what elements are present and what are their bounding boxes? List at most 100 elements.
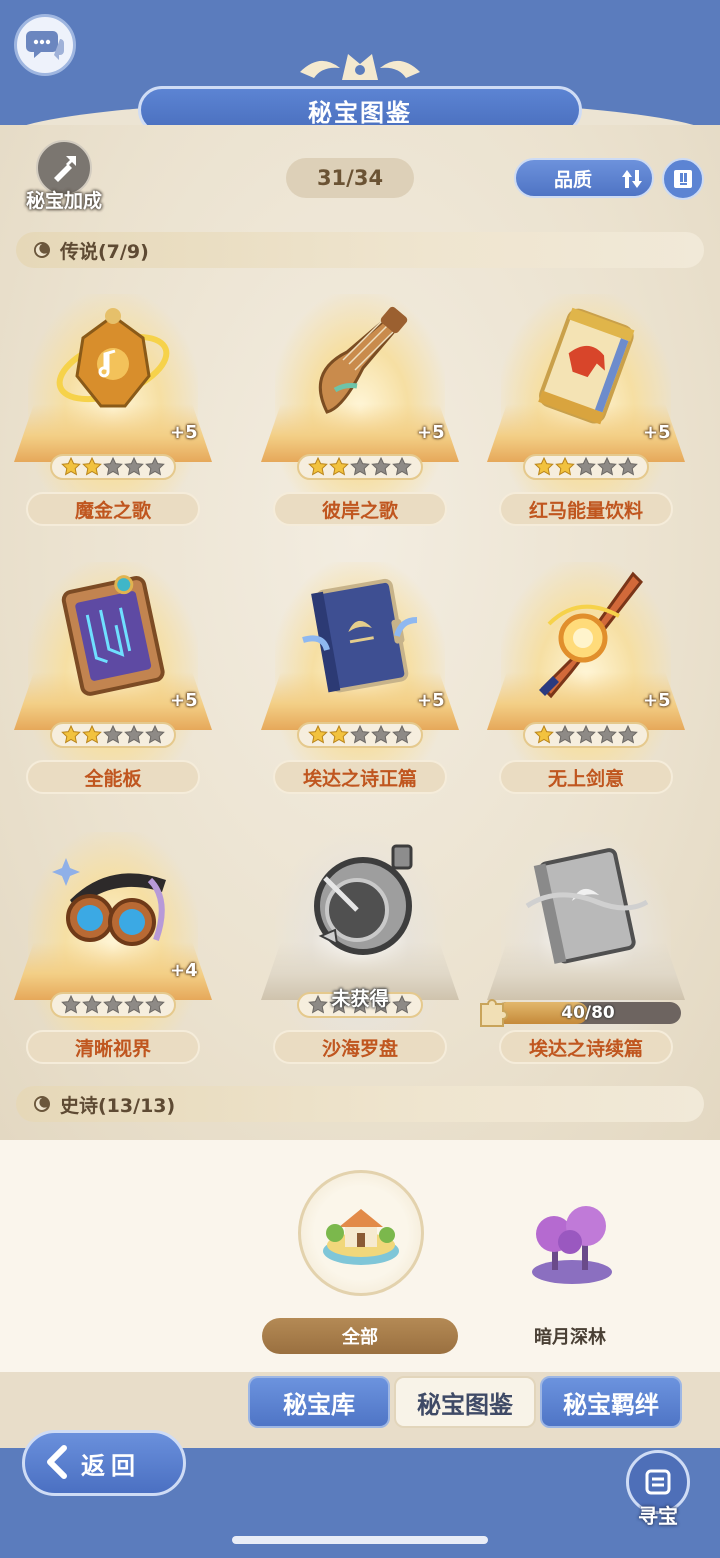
bonus-label: 秘宝加成 [25,190,102,212]
star-filled-icon [82,457,102,476]
star-empty-icon [597,457,617,476]
treasure-card[interactable]: +5 魔金之歌 [0,294,226,564]
treasure-art [297,302,423,432]
treasure-artwork [302,578,418,693]
star-filled-icon [534,725,554,744]
treasure-artwork [525,848,649,964]
treasure-art [523,570,649,700]
star-filled-icon [308,457,328,476]
enhance-level: +5 [170,422,198,443]
treasure-name: 红马能量饮料 [499,492,673,526]
treasure-card[interactable]: +5 埃达之诗正篇 [247,562,473,832]
star-filled-icon [308,725,328,744]
treasure-name: 彼岸之歌 [273,492,447,526]
treasure-card[interactable]: +5 无上剑意 [473,562,699,832]
star-empty-icon [555,725,575,744]
section-title: 传说(7/9) [60,240,149,263]
treasure-name: 清晰视界 [26,1030,200,1064]
chat-button[interactable] [14,14,76,76]
region-forest-label[interactable]: 暗月深林 [500,1318,640,1354]
star-empty-icon [145,725,165,744]
star-empty-icon [618,457,638,476]
region-forest-selector[interactable] [522,1200,622,1290]
treasure-art [523,302,649,432]
star-empty-icon [103,995,123,1014]
star-empty-icon [124,725,144,744]
star-filled-icon [534,457,554,476]
section-header-epic: 史诗(13/13) [16,1086,704,1122]
treasure-art [50,840,176,970]
star-rating [523,722,649,748]
tab-treasure-vault[interactable]: 秘宝库 [248,1376,390,1428]
treasure-card[interactable]: +4 清晰视界 [0,832,226,1102]
star-filled-icon [329,725,349,744]
treasure-card[interactable]: +5 彼岸之歌 [247,294,473,564]
star-filled-icon [61,457,81,476]
enhance-level: +5 [417,422,445,443]
region-all-selector[interactable] [298,1170,424,1296]
info-button[interactable] [662,158,704,200]
treasure-artwork [314,844,413,955]
star-filled-icon [555,457,575,476]
treasure-artwork [538,307,635,425]
treasure-name: 沙海罗盘 [273,1030,447,1064]
star-empty-icon [145,457,165,476]
star-empty-icon [145,995,165,1014]
section-title: 史诗(13/13) [60,1094,176,1117]
treasure-map-icon [645,1469,671,1495]
star-rating [50,722,176,748]
star-empty-icon [618,725,638,744]
collection-count: 31/34 [286,158,414,198]
treasure-card[interactable]: +5 红马能量饮料 [473,294,699,564]
village-house-icon [323,1209,399,1265]
star-empty-icon [82,995,102,1014]
star-empty-icon [576,725,596,744]
home-indicator [232,1536,488,1544]
treasure-artwork [318,306,408,414]
treasure-artwork [539,571,643,699]
star-empty-icon [103,457,123,476]
treasure-card[interactable]: 40/80 埃达之诗续篇 [473,832,699,1102]
enhance-level: +4 [170,960,198,981]
star-filled-icon [329,457,349,476]
star-empty-icon [392,725,412,744]
treasure-name: 魔金之歌 [26,492,200,526]
star-empty-icon [371,457,391,476]
gem-icon [34,242,50,258]
region-all-label[interactable]: 全部 [262,1318,458,1354]
star-rating [523,454,649,480]
treasure-card[interactable]: +5 全能板 [0,562,226,832]
treasure-artwork [52,858,166,946]
star-empty-icon [124,457,144,476]
fragment-progress-text: 40/80 [561,1003,615,1023]
treasure-bonus-button[interactable]: 秘宝加成 [16,140,112,212]
treasure-art [523,840,649,970]
star-empty-icon [61,995,81,1014]
title-crest-ornament [300,54,420,80]
treasure-name: 埃达之诗续篇 [499,1030,673,1064]
chat-icon [26,31,64,60]
tab-treasure-bonds[interactable]: 秘宝羁绊 [540,1376,682,1428]
treasure-name: 埃达之诗正篇 [273,760,447,794]
treasure-artwork [56,308,170,408]
sort-arrows-icon [622,170,642,188]
star-rating [297,722,423,748]
star-empty-icon [350,725,370,744]
treasure-card[interactable]: 未获得 沙海罗盘 [247,832,473,1102]
star-empty-icon [103,725,123,744]
enhance-level: +5 [643,690,671,711]
treasure-art [50,302,176,432]
star-empty-icon [392,457,412,476]
puzzle-piece-icon [480,999,508,1027]
dark-forest-icon [532,1206,612,1284]
gem-icon [34,1096,50,1112]
tab-treasure-codex[interactable]: 秘宝图鉴 [394,1376,536,1428]
star-filled-icon [82,725,102,744]
star-empty-icon [124,995,144,1014]
enhance-level: +5 [170,690,198,711]
treasure-name: 全能板 [26,760,200,794]
star-rating [50,454,176,480]
treasure-name: 无上剑意 [499,760,673,794]
sword-boost-icon [54,156,76,182]
section-header-legendary: 传说(7/9) [16,232,704,268]
